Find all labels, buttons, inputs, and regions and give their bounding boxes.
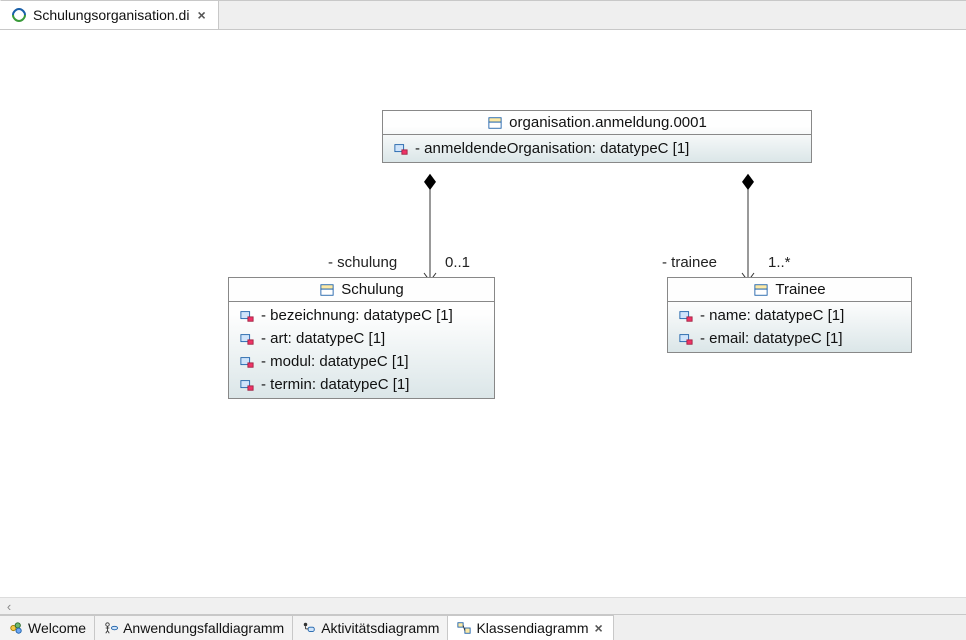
attribute-text: - modul: datatypeC [1] bbox=[261, 353, 409, 370]
attribute-row[interactable]: - email: datatypeC [1] bbox=[668, 327, 911, 350]
property-icon bbox=[239, 354, 255, 370]
property-icon bbox=[239, 308, 255, 324]
attribute-row[interactable]: - modul: datatypeC [1] bbox=[229, 350, 494, 373]
class-header: Schulung bbox=[229, 278, 494, 302]
attribute-text: - anmeldendeOrganisation: datatypeC [1] bbox=[415, 140, 689, 157]
papyrus-file-icon bbox=[11, 7, 27, 23]
assoc-role-schulung: - schulung bbox=[328, 254, 397, 271]
class-icon bbox=[753, 282, 769, 298]
class-name: Trainee bbox=[775, 281, 825, 298]
bottom-tab-activity[interactable]: Aktivitätsdiagramm bbox=[293, 615, 448, 640]
attribute-text: - email: datatypeC [1] bbox=[700, 330, 843, 347]
scroll-left-icon[interactable]: ‹ bbox=[0, 599, 18, 614]
class-icon bbox=[319, 282, 335, 298]
property-icon bbox=[239, 331, 255, 347]
bottom-tab-welcome[interactable]: Welcome bbox=[0, 615, 95, 640]
bottom-tab-class[interactable]: Klassendiagramm × bbox=[448, 615, 613, 640]
diagram-canvas[interactable]: organisation.anmeldung.0001 - anmeldende… bbox=[0, 30, 966, 597]
bottom-tab-label: Klassendiagramm bbox=[476, 620, 588, 636]
top-tab-filler bbox=[219, 0, 966, 29]
attribute-text: - art: datatypeC [1] bbox=[261, 330, 385, 347]
class-trainee[interactable]: Trainee - name: datatypeC [1] - email: d… bbox=[667, 277, 912, 353]
class-header: Trainee bbox=[668, 278, 911, 302]
bottom-tab-label: Aktivitätsdiagramm bbox=[321, 620, 439, 636]
attribute-row[interactable]: - art: datatypeC [1] bbox=[229, 327, 494, 350]
horizontal-scroll-strip[interactable]: ‹ bbox=[0, 597, 966, 614]
assoc-mult-schulung: 0..1 bbox=[445, 254, 470, 271]
attribute-row[interactable]: - name: datatypeC [1] bbox=[668, 304, 911, 327]
class-name: Schulung bbox=[341, 281, 404, 298]
class-organisation-anmeldung[interactable]: organisation.anmeldung.0001 - anmeldende… bbox=[382, 110, 812, 163]
property-icon bbox=[678, 331, 694, 347]
class-schulung[interactable]: Schulung - bezeichnung: datatypeC [1] - … bbox=[228, 277, 495, 399]
bottom-tab-usecase[interactable]: Anwendungsfalldiagramm bbox=[95, 615, 293, 640]
usecase-diagram-icon bbox=[103, 620, 119, 636]
bottom-tab-bar: Welcome Anwendungsfalldiagramm bbox=[0, 614, 966, 640]
activity-diagram-icon bbox=[301, 620, 317, 636]
top-tab-active[interactable]: Schulungsorganisation.di × bbox=[0, 0, 219, 29]
property-icon bbox=[393, 141, 409, 157]
assoc-mult-trainee: 1..* bbox=[768, 254, 791, 271]
attribute-row[interactable]: - bezeichnung: datatypeC [1] bbox=[229, 304, 494, 327]
assoc-role-trainee: - trainee bbox=[662, 254, 717, 271]
top-tab-bar: Schulungsorganisation.di × bbox=[0, 0, 966, 30]
welcome-icon bbox=[8, 620, 24, 636]
property-icon bbox=[678, 308, 694, 324]
attribute-text: - name: datatypeC [1] bbox=[700, 307, 844, 324]
app-root: Schulungsorganisation.di × bbox=[0, 0, 966, 640]
class-header: organisation.anmeldung.0001 bbox=[383, 111, 811, 135]
attribute-row[interactable]: - anmeldendeOrganisation: datatypeC [1] bbox=[383, 137, 811, 160]
bottom-tab-label: Welcome bbox=[28, 620, 86, 636]
bottom-tab-label: Anwendungsfalldiagramm bbox=[123, 620, 284, 636]
property-icon bbox=[239, 377, 255, 393]
top-tab-title: Schulungsorganisation.di bbox=[33, 7, 189, 23]
attribute-text: - termin: datatypeC [1] bbox=[261, 376, 409, 393]
attribute-row[interactable]: - termin: datatypeC [1] bbox=[229, 373, 494, 396]
close-icon[interactable]: × bbox=[593, 620, 605, 636]
close-icon[interactable]: × bbox=[195, 7, 207, 23]
class-diagram-icon bbox=[456, 620, 472, 636]
class-name: organisation.anmeldung.0001 bbox=[509, 114, 707, 131]
attribute-text: - bezeichnung: datatypeC [1] bbox=[261, 307, 453, 324]
class-icon bbox=[487, 115, 503, 131]
